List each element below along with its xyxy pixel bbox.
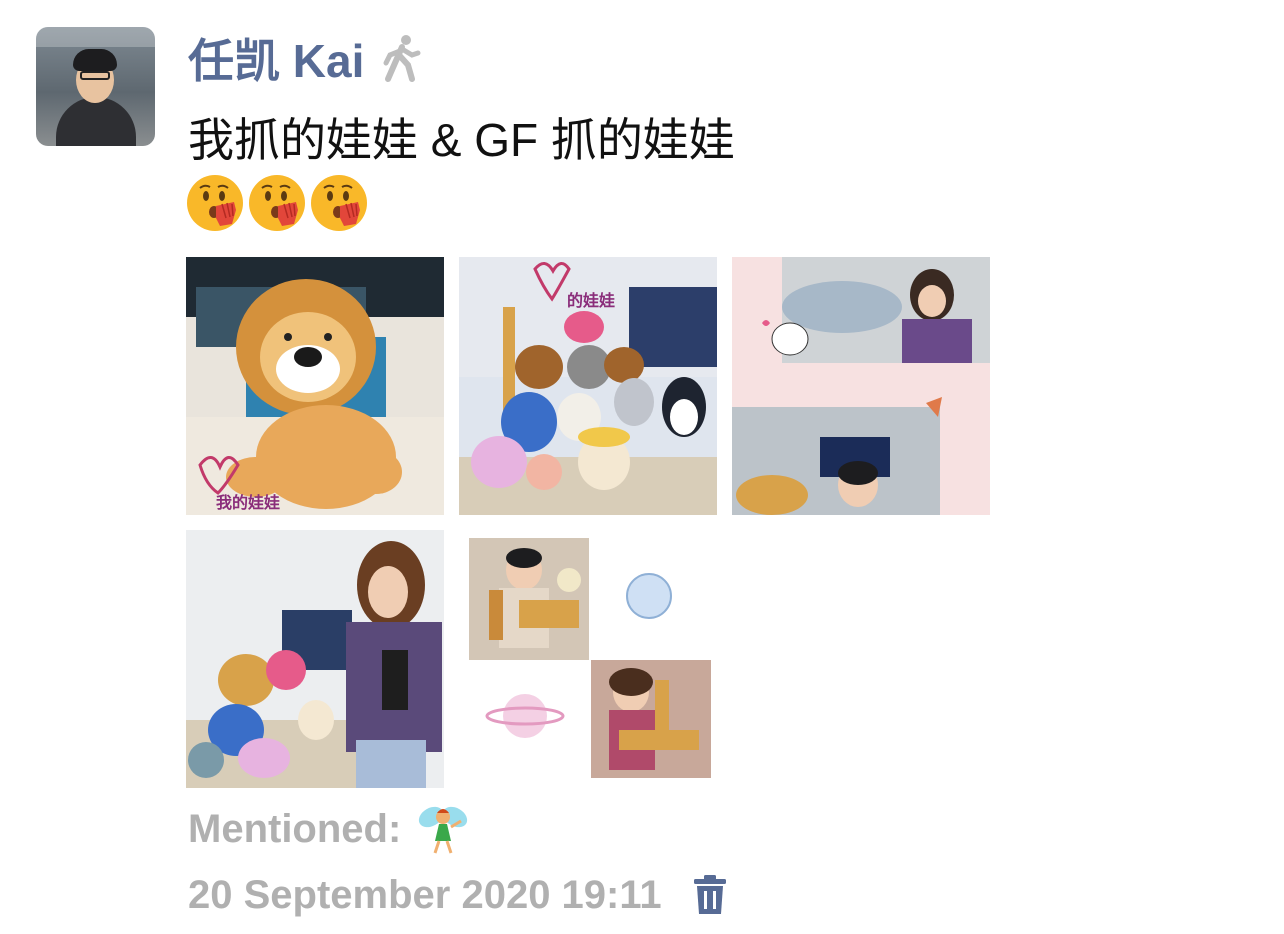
mentioned-row: Mentioned: xyxy=(188,800,471,858)
mentioned-label: Mentioned: xyxy=(188,806,402,851)
photo-thumbnail[interactable]: 的娃娃 xyxy=(459,257,717,515)
photo-thumbnail[interactable] xyxy=(459,530,717,788)
planet-collage-photo xyxy=(459,530,717,788)
avatar-glasses xyxy=(80,71,110,80)
avatar-background xyxy=(36,27,155,47)
author-row: 任凯 Kai xyxy=(188,30,424,87)
photo-thumbnail[interactable] xyxy=(186,530,444,788)
trash-icon[interactable] xyxy=(692,874,728,916)
photo-thumbnail[interactable] xyxy=(732,257,990,515)
avatar-hair xyxy=(73,49,117,71)
avatar-shirt xyxy=(56,97,136,146)
timestamp: 20 September 2020 19:11 xyxy=(188,872,662,917)
hushed-face-hand-emoji xyxy=(187,175,243,231)
hushed-face-hand-emoji xyxy=(311,175,367,231)
fairy-emoji[interactable] xyxy=(415,801,471,857)
timestamp-row: 20 September 2020 19:11 xyxy=(188,866,728,924)
hushed-face-hand-emoji xyxy=(249,175,305,231)
photo-caption: 我的娃娃 xyxy=(216,495,281,512)
photo-thumbnail[interactable]: 我的娃娃 xyxy=(186,257,444,515)
photo-caption: 的娃娃 xyxy=(567,293,616,310)
author-name[interactable]: 任凯 Kai xyxy=(188,25,364,91)
walking-person-icon xyxy=(383,35,421,82)
lion-plush-photo xyxy=(186,257,444,515)
emoji-row xyxy=(186,174,368,232)
girl-with-plushies-photo xyxy=(186,530,444,788)
photo-grid: 我的娃娃 的娃娃 xyxy=(186,257,991,789)
avatar[interactable] xyxy=(36,27,155,146)
collage-photo xyxy=(732,257,990,515)
post-text: 我抓的娃娃 & GF 抓的娃娃 xyxy=(188,114,735,166)
